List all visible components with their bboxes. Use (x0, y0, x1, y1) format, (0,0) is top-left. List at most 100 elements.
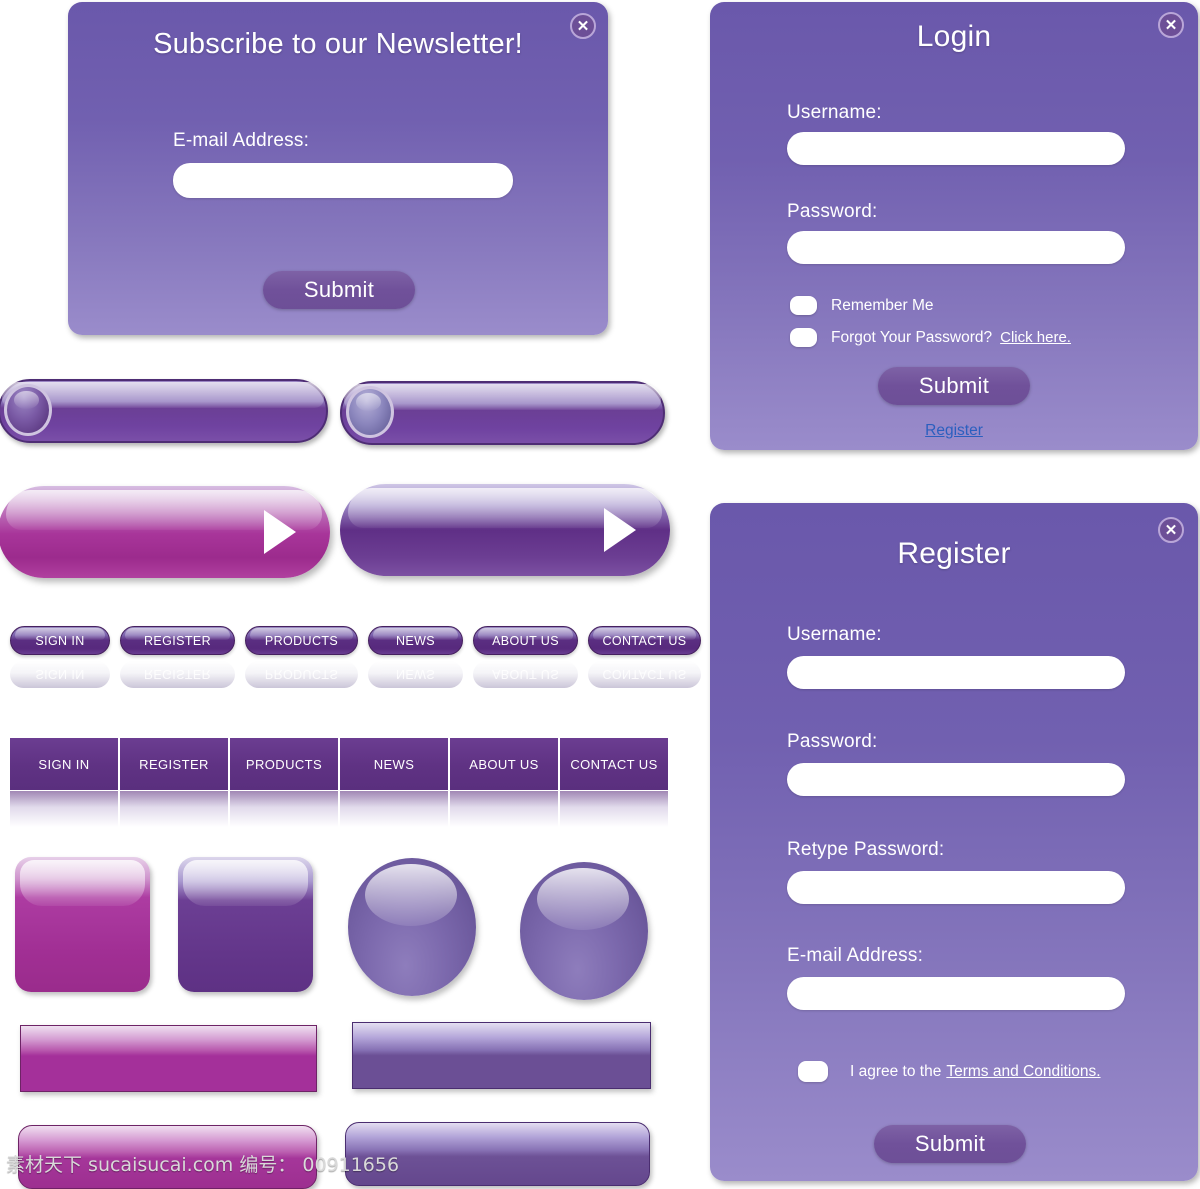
nav-pill-reflection-label: PRODUCTS (264, 667, 339, 682)
square-button-magenta[interactable] (15, 857, 150, 992)
register-title: Register (897, 537, 1011, 570)
newsletter-panel: ✕ Subscribe to our Newsletter! E-mail Ad… (68, 2, 608, 335)
remember-me-row: Remember Me (790, 296, 934, 315)
login-username-label: Username: (787, 102, 882, 123)
forgot-password-checkbox[interactable] (790, 328, 817, 347)
square-button-purple[interactable] (178, 857, 313, 992)
register-username-label: Username: (787, 624, 882, 645)
register-email-input[interactable] (787, 977, 1125, 1010)
register-panel: ✕ Register Username: Password: Retype Pa… (710, 503, 1198, 1181)
gloss-highlight (20, 860, 145, 906)
menu-item-reflection (230, 791, 340, 827)
nav-pill-register[interactable]: REGISTER (120, 626, 235, 655)
menu-bar-reflection (10, 791, 670, 827)
menu-item-label: NEWS (373, 756, 415, 772)
register-submit-button[interactable]: Submit (874, 1125, 1026, 1163)
menu-item-contact-us[interactable]: CONTACT US (560, 738, 670, 790)
rect-bar-magenta[interactable] (20, 1025, 317, 1092)
nav-pill-reflection-label: SIGN IN (35, 667, 85, 682)
register-username-input[interactable] (787, 656, 1125, 689)
forgot-password-row: Forgot Your Password? Click here. (790, 328, 1071, 347)
close-icon[interactable]: ✕ (1158, 12, 1184, 38)
gloss-highlight (183, 860, 308, 906)
terms-and-conditions-link[interactable]: Terms and Conditions. (946, 1063, 1100, 1081)
register-retype-password-input[interactable] (787, 871, 1125, 904)
rounded-bar-magenta[interactable] (18, 1125, 317, 1189)
register-email-label: E-mail Address: (787, 945, 924, 966)
newsletter-submit-button[interactable]: Submit (263, 271, 415, 309)
login-panel: ✕ Login Username: Password: Remember Me … (710, 2, 1198, 450)
menu-item-reflection (450, 791, 560, 827)
nav-pill-reflection: SIGN IN (10, 661, 110, 688)
login-password-input[interactable] (787, 231, 1125, 264)
login-title: Login (916, 20, 992, 53)
nav-pill-reflection: REGISTER (120, 661, 235, 688)
forgot-password-label: Forgot Your Password? (831, 328, 993, 346)
rounded-bar-purple[interactable] (345, 1122, 650, 1186)
sphere-button-2[interactable] (520, 862, 648, 1000)
login-password-label: Password: (787, 201, 878, 222)
nav-pill-reflection: ABOUT US (473, 661, 578, 688)
gloss-highlight (536, 867, 629, 930)
remember-me-checkbox[interactable] (790, 296, 817, 315)
nav-pill-reflection-label: CONTACT US (602, 667, 687, 682)
menu-item-label: CONTACT US (570, 756, 658, 772)
menu-item-label: SIGN IN (38, 756, 90, 772)
newsletter-email-label: E-mail Address: (173, 130, 310, 151)
login-username-input[interactable] (787, 132, 1125, 165)
play-arrow-icon (604, 508, 636, 552)
register-password-input[interactable] (787, 763, 1125, 796)
gloss-highlight (364, 863, 457, 926)
close-icon-glyph: ✕ (576, 17, 590, 35)
menu-item-sign-in[interactable]: SIGN IN (10, 738, 120, 790)
agree-terms-checkbox[interactable] (798, 1061, 828, 1082)
nav-pill-label: SIGN IN (35, 633, 85, 648)
register-password-label: Password: (787, 731, 878, 752)
close-icon-glyph: ✕ (1164, 521, 1178, 539)
newsletter-email-input[interactable] (173, 163, 513, 198)
nav-pill-products[interactable]: PRODUCTS (245, 626, 358, 655)
nav-pill-about-us[interactable]: ABOUT US (473, 626, 578, 655)
menu-item-products[interactable]: PRODUCTS (230, 738, 340, 790)
sphere-button-1[interactable] (348, 858, 476, 996)
arrow-pill-button-magenta[interactable] (0, 486, 330, 578)
knob-pill-button-2[interactable] (340, 381, 665, 445)
knob-highlight (13, 390, 39, 410)
remember-me-label: Remember Me (831, 296, 934, 314)
agree-terms-row: I agree to the Terms and Conditions. (798, 1061, 1101, 1082)
close-icon-glyph: ✕ (1164, 16, 1178, 34)
close-icon[interactable]: ✕ (570, 13, 596, 39)
arrow-pill-button-purple[interactable] (340, 484, 670, 576)
knob-circle-icon[interactable] (4, 384, 52, 436)
menu-item-reflection (10, 791, 120, 827)
knob-highlight (355, 392, 381, 412)
menu-item-reflection (340, 791, 450, 827)
menu-item-about-us[interactable]: ABOUT US (450, 738, 560, 790)
nav-pill-reflection-label: NEWS (395, 667, 436, 682)
newsletter-title: Subscribe to our Newsletter! (153, 28, 523, 60)
knob-pill-button-1[interactable] (0, 379, 328, 443)
knob-circle-icon[interactable] (346, 386, 394, 438)
rect-bar-purple[interactable] (352, 1022, 651, 1089)
menu-item-label: REGISTER (139, 756, 209, 772)
nav-pill-label: NEWS (395, 633, 436, 648)
agree-terms-label: I agree to the (850, 1062, 942, 1080)
menu-item-label: PRODUCTS (245, 756, 323, 772)
nav-pill-news[interactable]: NEWS (368, 626, 463, 655)
menu-item-register[interactable]: REGISTER (120, 738, 230, 790)
nav-pill-label: CONTACT US (602, 633, 687, 648)
menu-bar: SIGN IN REGISTER PRODUCTS NEWS ABOUT US CONTA… (10, 738, 670, 790)
close-icon[interactable]: ✕ (1158, 517, 1184, 543)
nav-pill-contact-us[interactable]: CONTACT US (588, 626, 701, 655)
nav-pill-sign-in[interactable]: SIGN IN (10, 626, 110, 655)
nav-pill-reflection-label: ABOUT US (492, 667, 559, 682)
forgot-password-link[interactable]: Click here. (1000, 329, 1071, 346)
nav-pill-reflection: CONTACT US (588, 661, 701, 688)
play-arrow-icon (264, 510, 296, 554)
login-submit-button[interactable]: Submit (878, 367, 1030, 405)
register-link[interactable]: Register (925, 422, 983, 439)
register-retype-password-label: Retype Password: (787, 839, 945, 860)
nav-pill-reflection: PRODUCTS (245, 661, 358, 688)
menu-item-news[interactable]: NEWS (340, 738, 450, 790)
menu-item-reflection (560, 791, 670, 827)
